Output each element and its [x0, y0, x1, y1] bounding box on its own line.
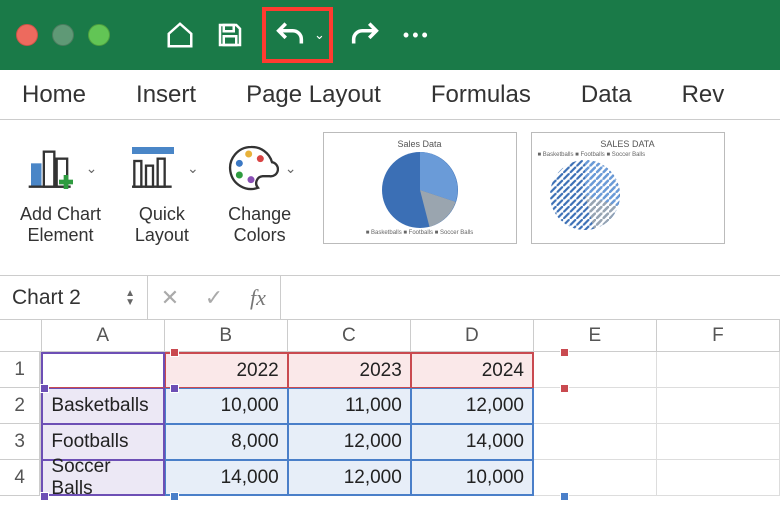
cell-c4[interactable]: 12,000 — [288, 460, 411, 496]
range-handle-icon[interactable] — [560, 492, 569, 501]
cell-c1[interactable]: 2023 — [288, 352, 411, 388]
preview-legend: ■ Basketballs ■ Footballs ■ Soccer Balls — [538, 152, 718, 158]
more-toolbar-icon[interactable]: ••• — [403, 25, 431, 46]
cell-f3[interactable] — [657, 424, 780, 460]
cell-a4[interactable]: Soccer Balls — [41, 460, 164, 496]
range-handle-icon[interactable] — [170, 492, 179, 501]
col-header-d[interactable]: D — [411, 320, 534, 352]
add-chart-element-label: Add ChartElement — [20, 204, 101, 245]
col-header-a[interactable]: A — [42, 320, 165, 352]
quick-layout-icon — [125, 140, 181, 196]
table-row: 2 Basketballs 10,000 11,000 12,000 — [0, 388, 780, 424]
col-header-c[interactable]: C — [288, 320, 411, 352]
ribbon-chart-design: ⌄ Add ChartElement ⌄ QuickLayout — [0, 120, 780, 276]
table-row: 1 2022 2023 2024 — [0, 352, 780, 388]
undo-icon[interactable] — [270, 15, 310, 55]
formula-bar: Chart 2 ▲▼ ✕ ✓ fx — [0, 276, 780, 320]
redo-icon[interactable] — [345, 15, 385, 55]
cell-c3[interactable]: 12,000 — [288, 424, 411, 460]
close-window-button[interactable] — [16, 24, 38, 46]
table-row: 4 Soccer Balls 14,000 12,000 10,000 — [0, 460, 780, 496]
tab-home[interactable]: Home — [22, 81, 86, 109]
chevron-down-icon: ⌄ — [285, 160, 297, 177]
add-chart-element-button[interactable]: ⌄ Add ChartElement — [16, 132, 105, 249]
preview-legend: ■ Basketballs ■ Footballs ■ Soccer Balls — [330, 230, 510, 236]
row-header-3[interactable]: 3 — [0, 424, 41, 460]
row-header-4[interactable]: 4 — [0, 460, 41, 496]
col-header-e[interactable]: E — [534, 320, 657, 352]
save-icon[interactable] — [210, 15, 250, 55]
change-colors-label: ChangeColors — [228, 204, 291, 245]
cell-c2[interactable]: 11,000 — [288, 388, 411, 424]
chevron-down-icon: ⌄ — [86, 160, 98, 177]
undo-dropdown-highlighted[interactable]: ⌄ — [262, 7, 333, 63]
chart-style-preview-1[interactable]: Sales Data ■ Basketballs ■ Footballs ■ S… — [323, 132, 517, 244]
cell-d4[interactable]: 10,000 — [411, 460, 534, 496]
cell-d3[interactable]: 14,000 — [411, 424, 534, 460]
tab-data[interactable]: Data — [581, 81, 632, 109]
name-box-value: Chart 2 — [12, 286, 81, 310]
cell-e1[interactable] — [534, 352, 657, 388]
range-handle-icon[interactable] — [40, 492, 49, 501]
chevron-down-icon: ⌄ — [187, 160, 199, 177]
tab-formulas[interactable]: Formulas — [431, 81, 531, 109]
fx-icon[interactable]: fx — [236, 276, 280, 319]
cell-a2[interactable]: Basketballs — [41, 388, 164, 424]
cell-f1[interactable] — [657, 352, 780, 388]
cell-b3[interactable]: 8,000 — [165, 424, 288, 460]
cell-f2[interactable] — [657, 388, 780, 424]
minimize-window-button[interactable] — [52, 24, 74, 46]
name-box[interactable]: Chart 2 ▲▼ — [0, 276, 148, 319]
cell-d2[interactable]: 12,000 — [411, 388, 534, 424]
preview-title: SALES DATA — [538, 139, 718, 149]
preview-title: Sales Data — [330, 139, 510, 149]
cell-b4[interactable]: 14,000 — [165, 460, 288, 496]
cell-e2[interactable] — [534, 388, 657, 424]
cancel-formula-icon[interactable]: ✕ — [148, 276, 192, 319]
range-handle-icon[interactable] — [560, 384, 569, 393]
change-colors-button[interactable]: ⌄ ChangeColors — [219, 132, 301, 249]
quick-layout-label: QuickLayout — [135, 204, 189, 245]
column-headers: A B C D E F — [0, 320, 780, 352]
chart-style-preview-2[interactable]: SALES DATA ■ Basketballs ■ Footballs ■ S… — [531, 132, 725, 244]
row-header-2[interactable]: 2 — [0, 388, 41, 424]
range-handle-icon[interactable] — [170, 348, 179, 357]
spreadsheet-grid: A B C D E F 1 2022 2023 2024 2 Basketbal… — [0, 320, 780, 496]
tab-insert[interactable]: Insert — [136, 81, 196, 109]
undo-dropdown-chevron-icon[interactable]: ⌄ — [314, 27, 325, 43]
col-header-b[interactable]: B — [165, 320, 288, 352]
row-header-1[interactable]: 1 — [0, 352, 41, 388]
col-header-f[interactable]: F — [657, 320, 780, 352]
tab-page-layout[interactable]: Page Layout — [246, 81, 381, 109]
ribbon-tabs: Home Insert Page Layout Formulas Data Re… — [0, 70, 780, 120]
chart-style-gallery: Sales Data ■ Basketballs ■ Footballs ■ S… — [323, 132, 725, 244]
select-all-corner[interactable] — [0, 320, 42, 352]
range-handle-icon[interactable] — [170, 384, 179, 393]
cell-e3[interactable] — [534, 424, 657, 460]
cell-e4[interactable] — [534, 460, 657, 496]
tab-review[interactable]: Rev — [682, 81, 725, 109]
grid-cells: 1 2022 2023 2024 2 Basketballs 10,000 11… — [0, 352, 780, 496]
range-handle-icon[interactable] — [560, 348, 569, 357]
range-handle-icon[interactable] — [40, 384, 49, 393]
cell-f4[interactable] — [657, 460, 780, 496]
cell-a1[interactable] — [41, 352, 164, 388]
cell-b2[interactable]: 10,000 — [165, 388, 288, 424]
formula-input[interactable] — [280, 276, 780, 319]
add-chart-element-icon — [24, 140, 80, 196]
cell-b1[interactable]: 2022 — [165, 352, 288, 388]
home-icon[interactable] — [160, 15, 200, 55]
change-colors-icon — [223, 140, 279, 196]
maximize-window-button[interactable] — [88, 24, 110, 46]
cell-d1[interactable]: 2024 — [411, 352, 534, 388]
window-controls — [16, 24, 110, 46]
title-bar: ⌄ ••• — [0, 0, 780, 70]
enter-formula-icon[interactable]: ✓ — [192, 276, 236, 319]
quick-layout-button[interactable]: ⌄ QuickLayout — [121, 132, 203, 249]
name-box-stepper[interactable]: ▲▼ — [125, 289, 135, 307]
